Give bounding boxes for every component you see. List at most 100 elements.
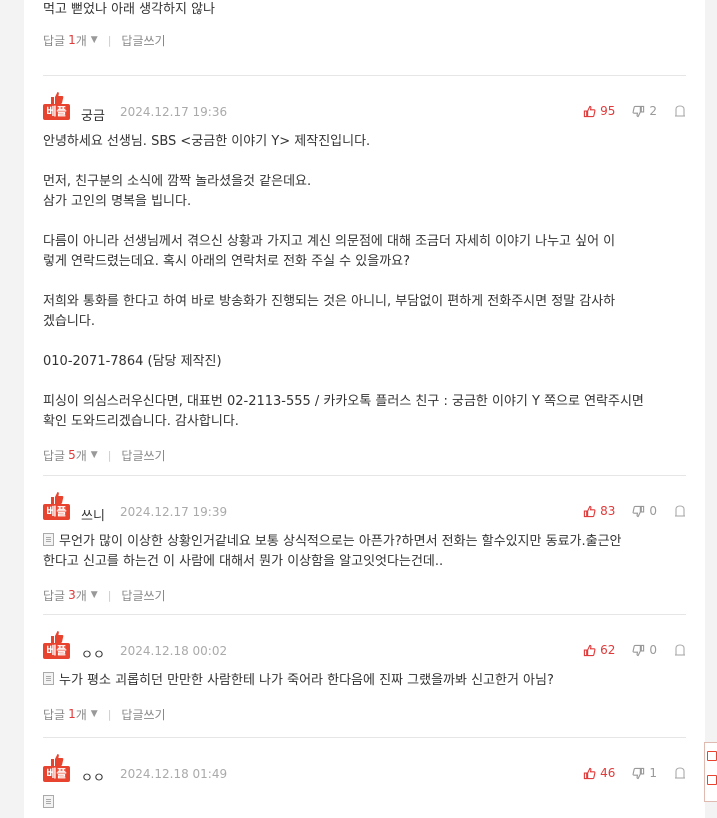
downvote-count: 1: [649, 766, 657, 780]
thumbs-down-icon: [632, 644, 649, 657]
upvote-button[interactable]: 83: [583, 504, 615, 518]
comment-text-line: 무언가 많이 이상한 상황인거같네요 보통 상식적으로는 아픈가?하면서 전화는…: [43, 532, 686, 552]
caret-down-icon[interactable]: ▼: [91, 35, 98, 45]
comment-text-line: 안녕하세요 선생님. SBS <궁금한 이야기 Y> 제작진입니다.: [43, 134, 371, 149]
comment-list-panel: 먹고 뻗었나 아래 생각하지 않나 답글 1 개 ▼ | 답글쓰기 베플 궁금 2024.12.1…: [24, 0, 705, 818]
best-comment-badge: 베플: [43, 629, 71, 663]
comment-date: 2024.12.18 00:02: [120, 644, 228, 658]
report-icon[interactable]: [674, 105, 686, 117]
thumbs-up-icon: [583, 505, 600, 518]
divider: |: [107, 588, 112, 602]
thumbs-up-icon: [583, 644, 600, 657]
divider: |: [107, 707, 112, 721]
divider: |: [107, 448, 112, 462]
downvote-button[interactable]: 0: [632, 504, 657, 518]
reply-count[interactable]: 5: [68, 448, 76, 462]
downvote-button[interactable]: 1: [632, 766, 657, 780]
comment-author: ㅇㅇ: [81, 648, 105, 663]
reply-count-unit[interactable]: 개: [76, 587, 87, 604]
comment-author: 쓰니: [81, 509, 105, 524]
reply-count[interactable]: 3: [68, 588, 76, 602]
upvote-button[interactable]: 95: [583, 104, 615, 118]
reply-count[interactable]: 1: [68, 33, 76, 47]
reply-toggle-label[interactable]: 답글: [43, 706, 65, 723]
reply-actions: 답글 5 개 ▼ | 답글쓰기: [43, 445, 686, 465]
downvote-count: 0: [649, 504, 657, 518]
caret-down-icon[interactable]: ▼: [91, 450, 98, 460]
reply-count[interactable]: 1: [68, 707, 76, 721]
reply-toggle-label[interactable]: 답글: [43, 447, 65, 464]
comment-header: 베플 궁금 2024.12.17 19:36 95 2: [43, 90, 686, 124]
document-icon: [43, 533, 54, 546]
reply-toggle-label[interactable]: 답글: [43, 587, 65, 604]
comment-text-line: 겠습니다.: [43, 314, 95, 329]
upvote-button[interactable]: 62: [583, 643, 615, 657]
comment-divider: [43, 75, 686, 76]
thumbs-up-icon: [50, 90, 64, 104]
report-icon[interactable]: [674, 767, 686, 779]
write-reply-button[interactable]: 답글쓰기: [121, 447, 165, 464]
comment-text-line: [43, 272, 686, 292]
downvote-count: 2: [649, 104, 657, 118]
reply-count-unit[interactable]: 개: [76, 706, 87, 723]
comment-text-line: [43, 152, 686, 172]
report-icon[interactable]: [674, 505, 686, 517]
comment-item: 베플 쓰니 2024.12.17 19:39 83 0 무언가 많이 이상한 상황인거같네…: [43, 490, 686, 605]
write-reply-button[interactable]: 답글쓰기: [121, 706, 165, 723]
thumbs-up-icon: [50, 752, 64, 766]
best-comment-badge: 베플: [43, 490, 71, 524]
comment-body: 누가 평소 괴롭히던 만만한 사람한테 나가 죽어라 한다음에 진짜 그랬을까봐…: [43, 671, 686, 691]
comment-header: 베플 쓰니 2024.12.17 19:39 83 0: [43, 490, 686, 524]
comment-divider: [43, 737, 686, 738]
upvote-count: 83: [600, 504, 616, 518]
write-reply-button[interactable]: 답글쓰기: [121, 587, 165, 604]
upvote-count: 46: [600, 766, 616, 780]
downvote-button[interactable]: 0: [632, 643, 657, 657]
report-icon[interactable]: [674, 644, 686, 656]
comment-divider: [43, 475, 686, 476]
comment-text-line: 먼저, 친구분의 소식에 깜짝 놀라셨을것 같은데요.: [43, 174, 312, 189]
side-strip-mark: [707, 775, 717, 785]
caret-down-icon[interactable]: ▼: [91, 590, 98, 600]
comment-text-line: [43, 212, 686, 232]
reply-actions: 답글 3 개 ▼ | 답글쓰기: [43, 585, 686, 605]
caret-down-icon[interactable]: ▼: [91, 709, 98, 719]
comment-body: 안녕하세요 선생님. SBS <궁금한 이야기 Y> 제작진입니다. 먼저, 친…: [43, 132, 686, 432]
downvote-button[interactable]: 2: [632, 104, 657, 118]
best-badge-label: 베플: [43, 643, 70, 659]
comment-text-line: 누가 평소 괴롭히던 만만한 사람한테 나가 죽어라 한다음에 진짜 그랬을까봐…: [43, 671, 686, 691]
vote-group: 95 2: [583, 104, 686, 118]
reply-toggle-label[interactable]: 답글: [43, 32, 65, 49]
upvote-button[interactable]: 46: [583, 766, 615, 780]
comment-divider: [43, 614, 686, 615]
vote-group: 62 0: [583, 643, 686, 657]
best-comment-badge: 베플: [43, 752, 71, 786]
comment-text: 누가 평소 괴롭히던 만만한 사람한테 나가 죽어라 한다음에 진짜 그랬을까봐…: [59, 673, 554, 688]
thumbs-down-icon: [632, 105, 649, 118]
comment-author: 궁금: [81, 109, 105, 124]
thumbs-down-icon: [632, 505, 649, 518]
downvote-count: 0: [649, 643, 657, 657]
comment-item: 베플 ㅇㅇ 2024.12.18 01:49 46 1: [43, 752, 686, 814]
comment-item: 먹고 뻗었나 아래 생각하지 않나 답글 1 개 ▼ | 답글쓰기: [43, 0, 686, 50]
reply-count-unit[interactable]: 개: [76, 447, 87, 464]
reply-count-unit[interactable]: 개: [76, 32, 87, 49]
comment-text-line: 피싱이 의심스러우신다면, 대표번 02-2113-555 / 카카오톡 플러스…: [43, 394, 644, 409]
divider: |: [107, 33, 112, 47]
upvote-count: 62: [600, 643, 616, 657]
side-floating-strip[interactable]: [704, 742, 717, 802]
thumbs-up-icon: [583, 767, 600, 780]
best-badge-label: 베플: [43, 766, 70, 782]
thumbs-up-icon: [50, 490, 64, 504]
comment-text-line: 010-2071-7864 (담당 제작진): [43, 354, 222, 369]
best-comment-badge: 베플: [43, 90, 71, 124]
comment-text-line: 확인 도와드리겠습니다. 감사합니다.: [43, 414, 239, 429]
comment-body: 무언가 많이 이상한 상황인거같네요 보통 상식적으로는 아픈가?하면서 전화는…: [43, 532, 686, 572]
document-icon: [43, 795, 54, 808]
reply-actions: 답글 1 개 ▼ | 답글쓰기: [43, 704, 686, 724]
thumbs-down-icon: [632, 767, 649, 780]
write-reply-button[interactable]: 답글쓰기: [121, 32, 165, 49]
comment-text-line: 저희와 통화를 한다고 하여 바로 방송화가 진행되는 것은 아니니, 부담없이…: [43, 294, 616, 309]
comment-author: ㅇㅇ: [81, 771, 105, 786]
comment-text: 무언가 많이 이상한 상황인거같네요 보통 상식적으로는 아픈가?하면서 전화는…: [59, 534, 622, 549]
